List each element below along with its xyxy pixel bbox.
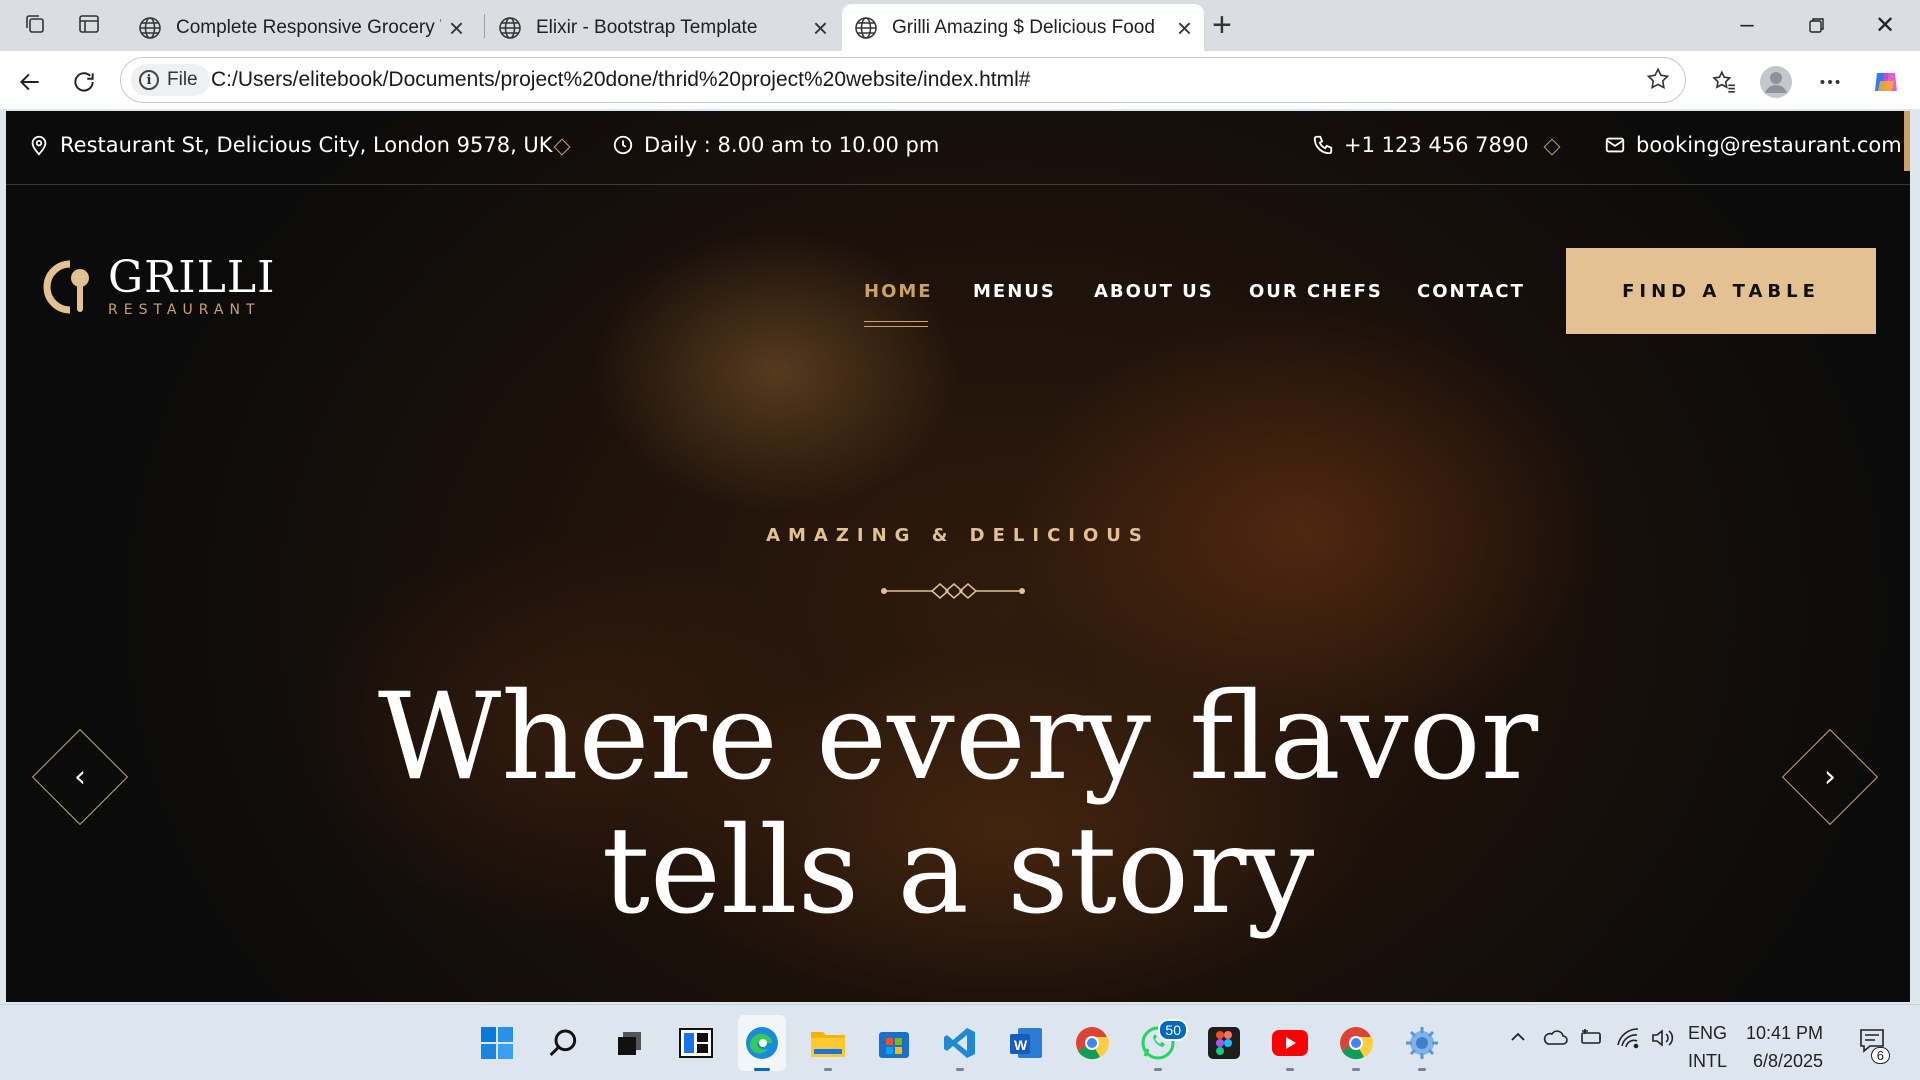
email-info[interactable]: booking@restaurant.com bbox=[1604, 133, 1902, 157]
email-text: booking@restaurant.com bbox=[1636, 133, 1902, 157]
tab-title: Elixir - Bootstrap Template bbox=[536, 16, 758, 38]
whatsapp-badge: 50 bbox=[1158, 1019, 1188, 1041]
tab-title: Grilli Amazing $ Delicious Food bbox=[892, 16, 1155, 38]
chrome-icon[interactable] bbox=[1072, 1023, 1112, 1063]
hero-headline: Where every flavor tells a story bbox=[6, 671, 1910, 939]
new-tab-button[interactable]: + bbox=[1212, 6, 1232, 45]
chrome-profile-icon[interactable] bbox=[1336, 1023, 1376, 1071]
system-clock[interactable]: 10:41 PM 6/8/2025 bbox=[1746, 1019, 1823, 1075]
whatsapp-icon[interactable]: 50 bbox=[1138, 1019, 1188, 1071]
task-view-icon[interactable] bbox=[610, 1023, 650, 1063]
phone-info[interactable]: +1 123 456 7890 bbox=[1312, 133, 1529, 157]
copilot-icon[interactable] bbox=[1868, 64, 1904, 100]
nav-about-us[interactable]: ABOUT US bbox=[1094, 281, 1214, 302]
logo-name: GRILLI bbox=[108, 252, 276, 303]
language-line-1: ENG bbox=[1688, 1023, 1728, 1043]
file-explorer-icon[interactable] bbox=[808, 1023, 848, 1071]
notification-count: 6 bbox=[1870, 1047, 1890, 1064]
browser-tab-strip: Complete Responsive Grocery We × Elixir … bbox=[0, 0, 1920, 51]
favorites-icon[interactable] bbox=[1706, 64, 1742, 100]
address-info: Restaurant St, Delicious City, London 95… bbox=[28, 133, 553, 157]
windows-taskbar: W 50 ENG INTL 10:41 PM 6/8/2025 6 bbox=[0, 1004, 1920, 1080]
vscode-icon[interactable] bbox=[940, 1023, 980, 1071]
headline-line-2: tells a story bbox=[601, 802, 1315, 941]
tab-grilli[interactable]: Grilli Amazing $ Delicious Food × bbox=[842, 4, 1204, 51]
headline-line-1: Where every flavor bbox=[377, 668, 1539, 807]
refresh-button[interactable] bbox=[66, 64, 102, 100]
site-info-chip[interactable]: i File bbox=[131, 64, 210, 96]
microsoft-store-icon[interactable] bbox=[874, 1023, 914, 1063]
restore-button[interactable] bbox=[1794, 9, 1840, 41]
address-text: Restaurant St, Delicious City, London 95… bbox=[60, 133, 553, 157]
divider-diamond bbox=[1543, 138, 1561, 156]
more-menu-icon[interactable] bbox=[1812, 64, 1848, 100]
nav-home[interactable]: HOME bbox=[864, 281, 933, 302]
clock-icon bbox=[613, 135, 633, 155]
tab-title: Complete Responsive Grocery We bbox=[176, 16, 441, 38]
browser-toolbar: i File C:/Users/elitebook/Documents/proj… bbox=[0, 51, 1920, 109]
figma-icon[interactable] bbox=[1204, 1023, 1244, 1063]
chevron-right-icon: › bbox=[1824, 759, 1836, 795]
divider-diamond bbox=[553, 138, 571, 156]
globe-icon bbox=[139, 16, 161, 39]
volume-icon[interactable] bbox=[1650, 1027, 1674, 1054]
logo-icon bbox=[43, 260, 89, 314]
settings-app-icon[interactable] bbox=[1402, 1023, 1442, 1071]
chevron-left-icon: ‹ bbox=[74, 759, 86, 795]
info-icon: i bbox=[139, 70, 159, 90]
input-language-indicator[interactable]: ENG INTL bbox=[1688, 1019, 1727, 1075]
tab-elixir[interactable]: Elixir - Bootstrap Template × bbox=[486, 4, 840, 51]
info-topbar: Restaurant St, Delicious City, London 95… bbox=[6, 111, 1910, 185]
search-icon[interactable] bbox=[544, 1023, 584, 1063]
phone-icon bbox=[1313, 135, 1333, 155]
hours-text: Daily : 8.00 am to 10.00 pm bbox=[644, 133, 940, 157]
favorite-star-icon[interactable] bbox=[1645, 66, 1671, 97]
close-tab-icon[interactable]: × bbox=[449, 15, 464, 41]
tab-actions-icon[interactable] bbox=[72, 9, 106, 39]
profile-avatar[interactable] bbox=[1758, 64, 1794, 100]
nav-contact[interactable]: CONTACT bbox=[1417, 281, 1525, 302]
youtube-icon[interactable] bbox=[1270, 1023, 1310, 1071]
wifi-icon[interactable] bbox=[1616, 1027, 1640, 1054]
globe-icon bbox=[499, 16, 521, 39]
windows-start-icon[interactable] bbox=[477, 1023, 517, 1063]
globe-icon bbox=[855, 16, 877, 39]
hero-kicker: AMAZING & DELICIOUS bbox=[766, 525, 1150, 546]
battery-icon[interactable] bbox=[1578, 1027, 1604, 1052]
onedrive-cloud-icon[interactable] bbox=[1542, 1027, 1568, 1052]
close-window-button[interactable]: ✕ bbox=[1862, 9, 1908, 41]
find-a-table-button[interactable]: FIND A TABLE bbox=[1566, 248, 1876, 334]
hours-info: Daily : 8.00 am to 10.00 pm bbox=[612, 133, 939, 157]
word-icon[interactable]: W bbox=[1006, 1023, 1046, 1063]
back-button[interactable] bbox=[12, 64, 48, 100]
clock-time: 10:41 PM bbox=[1746, 1023, 1824, 1043]
nav-menus[interactable]: MENUS bbox=[973, 281, 1056, 302]
location-pin-icon bbox=[31, 135, 47, 156]
close-tab-icon[interactable]: × bbox=[813, 15, 828, 41]
website-viewport: Restaurant St, Delicious City, London 95… bbox=[6, 111, 1910, 1002]
ornament-separator bbox=[881, 583, 1025, 599]
minimize-button[interactable]: – bbox=[1724, 9, 1770, 41]
address-bar[interactable]: i File C:/Users/elitebook/Documents/proj… bbox=[120, 57, 1686, 103]
svg-text:W: W bbox=[1014, 1037, 1028, 1053]
edge-browser-icon[interactable] bbox=[742, 1023, 782, 1071]
active-nav-underline bbox=[864, 321, 928, 327]
language-line-2: INTL bbox=[1688, 1051, 1728, 1071]
clock-date: 6/8/2025 bbox=[1752, 1051, 1824, 1071]
show-hidden-icons-chevron[interactable] bbox=[1508, 1027, 1528, 1052]
nav-our-chefs[interactable]: OUR CHEFS bbox=[1249, 281, 1383, 302]
logo-subtitle: RESTAURANT bbox=[108, 302, 261, 318]
notification-center-icon[interactable]: 6 bbox=[1858, 1027, 1890, 1064]
grilli-logo[interactable]: GRILLI RESTAURANT bbox=[40, 256, 275, 318]
close-tab-icon[interactable]: × bbox=[1177, 15, 1192, 41]
widgets-icon[interactable] bbox=[676, 1023, 716, 1063]
tab-grocery[interactable]: Complete Responsive Grocery We × bbox=[126, 4, 476, 51]
url-text[interactable]: C:/Users/elitebook/Documents/project%20d… bbox=[211, 68, 1030, 92]
workspaces-icon[interactable] bbox=[18, 9, 52, 39]
file-label: File bbox=[167, 69, 198, 90]
phone-text: +1 123 456 7890 bbox=[1344, 133, 1529, 157]
mail-icon bbox=[1605, 137, 1625, 153]
